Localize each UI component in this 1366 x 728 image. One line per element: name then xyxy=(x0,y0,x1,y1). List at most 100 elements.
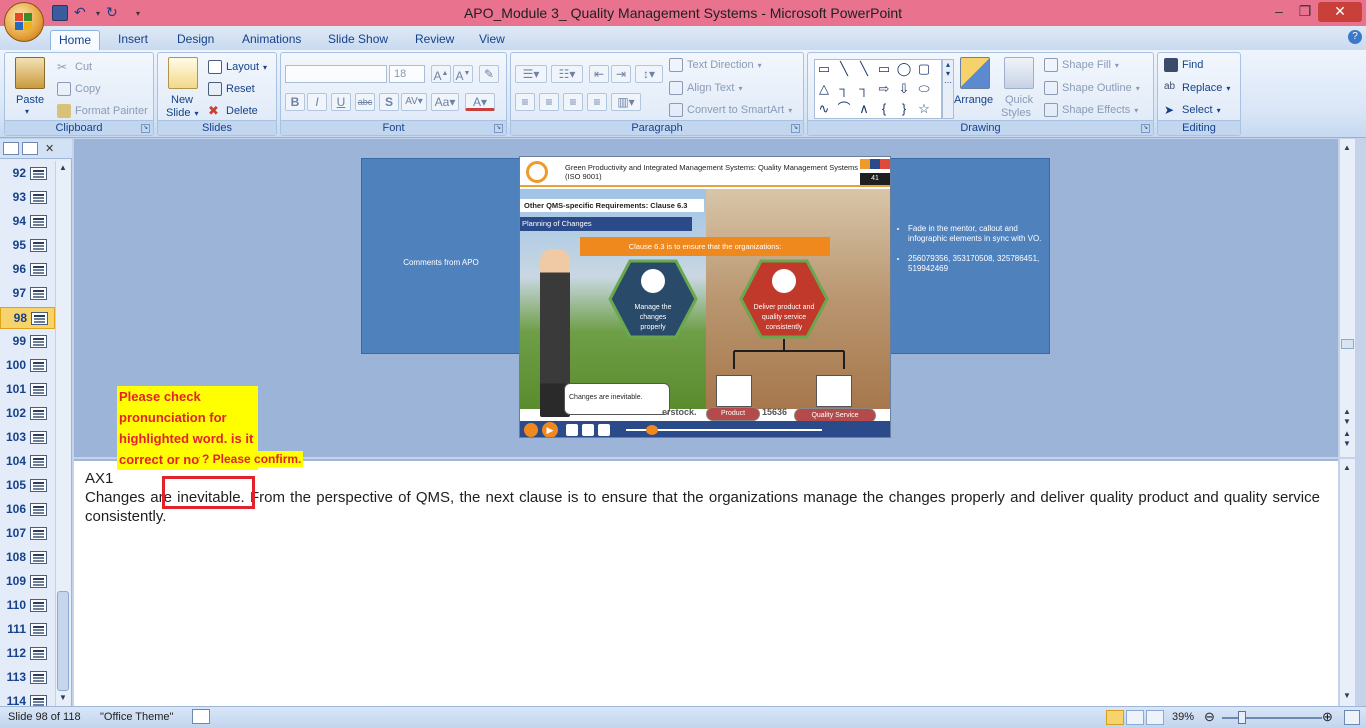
slide-preview[interactable]: Green Productivity and Integrated Manage… xyxy=(519,156,891,438)
minimize-button[interactable]: – xyxy=(1266,2,1292,22)
down-arrow-shape-icon[interactable]: ⇩ xyxy=(895,80,913,98)
bold-icon[interactable]: B xyxy=(285,93,305,111)
paragraph-launcher-icon[interactable]: ↘ xyxy=(791,124,800,133)
bullets-icon[interactable]: ☰▾ xyxy=(515,65,547,83)
notes-pane[interactable]: AX1 Changes are inevitable. From the per… xyxy=(74,459,1338,706)
slide-thumbnail-98[interactable]: 98 xyxy=(0,307,55,329)
slide-thumbnail-110[interactable]: 110 xyxy=(0,595,55,617)
tab-review[interactable]: Review xyxy=(407,30,462,50)
notes-scrollbar[interactable]: ▲ ▼ xyxy=(1339,459,1355,706)
zoom-out-icon[interactable]: ⊖ xyxy=(1204,709,1215,725)
align-right-icon[interactable]: ≡ xyxy=(563,93,583,111)
font-color-icon[interactable]: A▾ xyxy=(465,93,495,111)
scroll-down-icon[interactable]: ▼ xyxy=(1343,691,1351,700)
office-button[interactable] xyxy=(4,2,44,42)
notes-info-box[interactable]: Fade in the mentor, callout and infograp… xyxy=(889,158,1050,354)
increase-indent-icon[interactable]: ⇥ xyxy=(611,65,631,83)
shape-effects-button[interactable]: Shape Effects ▾ xyxy=(1044,103,1138,117)
slide-thumbnail-103[interactable]: 103 xyxy=(0,427,55,449)
paste-dropdown-icon[interactable]: ▾ xyxy=(25,107,29,116)
decrease-indent-icon[interactable]: ⇤ xyxy=(589,65,609,83)
justify-icon[interactable]: ≡ xyxy=(587,93,607,111)
slide-thumbnail-106[interactable]: 106 xyxy=(0,499,55,521)
slide-thumbnail-109[interactable]: 109 xyxy=(0,571,55,593)
copy-button[interactable]: Copy xyxy=(57,82,101,96)
rounded-rect-shape-icon[interactable]: ▢ xyxy=(915,60,933,78)
slide-thumbnail-107[interactable]: 107 xyxy=(0,523,55,545)
columns-icon[interactable]: ▥▾ xyxy=(611,93,641,111)
slide-thumbnail-113[interactable]: 113 xyxy=(0,667,55,689)
slide-thumbnail-102[interactable]: 102 xyxy=(0,403,55,425)
find-button[interactable]: Find xyxy=(1164,58,1203,72)
elbow-connector-icon[interactable]: ┐ xyxy=(835,80,853,98)
slides-tab-icon[interactable] xyxy=(3,142,19,155)
freeform-shape-icon[interactable]: ∧ xyxy=(855,100,873,118)
format-painter-button[interactable]: Format Painter xyxy=(57,104,148,118)
outline-tab-icon[interactable] xyxy=(22,142,38,155)
slide-thumbnail-95[interactable]: 95 xyxy=(0,235,55,257)
star-shape-icon[interactable]: ☆ xyxy=(915,100,933,118)
replay-icon[interactable] xyxy=(524,423,538,437)
slide-scroll-thumb[interactable] xyxy=(1341,339,1354,349)
slide-thumbnail-96[interactable]: 96 xyxy=(0,259,55,281)
tab-design[interactable]: Design xyxy=(169,30,222,50)
flowchart-shape-icon[interactable]: ⬭ xyxy=(915,80,933,98)
line-shape-2-icon[interactable]: ╲ xyxy=(855,60,873,78)
quick-styles-icon[interactable] xyxy=(1004,57,1034,89)
shapes-gallery[interactable]: ▭ ╲ ╲ ▭ ◯ ▢ △ ┐ ┐ ⇨ ⇩ ⬭ ∿ ⌒ ∧ { } ☆ xyxy=(814,59,942,119)
new-slide-icon[interactable] xyxy=(168,57,198,89)
shapes-gallery-scroll[interactable]: ▴ ▾ ⋯ xyxy=(942,59,954,119)
arrange-button[interactable]: Arrange xyxy=(954,94,993,106)
next-slide-icon[interactable]: ▼ xyxy=(1343,439,1351,448)
clipboard-launcher-icon[interactable]: ↘ xyxy=(141,124,150,133)
close-button[interactable]: ✕ xyxy=(1318,2,1362,22)
quick-styles-label-2[interactable]: Styles xyxy=(1001,107,1031,119)
shape-fill-button[interactable]: Shape Fill ▾ xyxy=(1044,58,1119,72)
text-box-shape-icon[interactable]: ▭ xyxy=(815,60,833,78)
tab-home[interactable]: Home xyxy=(50,30,101,50)
arrange-icon[interactable] xyxy=(960,57,990,89)
underline-icon[interactable]: U xyxy=(331,93,351,111)
arc-shape-icon[interactable]: ⌒ xyxy=(835,100,853,118)
play-icon[interactable]: ▶ xyxy=(542,422,558,437)
tab-slide-show[interactable]: Slide Show xyxy=(320,30,396,50)
line-shape-icon[interactable]: ╲ xyxy=(835,60,853,78)
align-text-button[interactable]: Align Text ▾ xyxy=(669,81,743,95)
zoom-slider-thumb[interactable] xyxy=(1237,711,1246,724)
italic-icon[interactable]: I xyxy=(307,93,327,111)
delete-button[interactable]: ✖ Delete xyxy=(208,104,258,118)
quick-styles-button[interactable]: Quick xyxy=(1005,94,1033,106)
slide-thumbnail-104[interactable]: 104 xyxy=(0,451,55,473)
tab-insert[interactable]: Insert xyxy=(110,30,156,50)
select-button[interactable]: ➤ Select ▾ xyxy=(1164,103,1221,117)
clear-formatting-icon[interactable]: ✎ xyxy=(479,65,499,83)
font-launcher-icon[interactable]: ↘ xyxy=(494,124,503,133)
close-panel-icon[interactable]: ✕ xyxy=(45,142,54,155)
align-left-icon[interactable]: ≡ xyxy=(515,93,535,111)
shape-outline-button[interactable]: Shape Outline ▾ xyxy=(1044,81,1140,95)
slide-thumbnail-108[interactable]: 108 xyxy=(0,547,55,569)
curve-shape-icon[interactable]: ∿ xyxy=(815,100,833,118)
line-spacing-icon[interactable]: ↕▾ xyxy=(635,65,663,83)
text-shadow-icon[interactable]: S xyxy=(379,93,399,111)
prev-icon[interactable] xyxy=(566,424,578,436)
slide-thumbnail-111[interactable]: 111 xyxy=(0,619,55,641)
grow-font-icon[interactable]: A▲ xyxy=(431,65,451,83)
paste-icon[interactable] xyxy=(15,57,45,89)
character-spacing-icon[interactable]: AV▾ xyxy=(401,93,427,111)
shrink-font-icon[interactable]: A▼ xyxy=(453,65,473,83)
change-case-icon[interactable]: Aa▾ xyxy=(431,93,459,111)
slide-thumbnail-94[interactable]: 94 xyxy=(0,211,55,233)
slide-thumbnail-100[interactable]: 100 xyxy=(0,355,55,377)
restore-button[interactable]: ❐ xyxy=(1292,2,1318,22)
zoom-level[interactable]: 39% xyxy=(1172,711,1194,723)
previous-slide-icon[interactable]: ▲ xyxy=(1343,429,1351,438)
slide-thumbnail-99[interactable]: 99 xyxy=(0,331,55,353)
slide-scrollbar[interactable]: ▲ ▲ ▼ ▲ ▼ xyxy=(1339,139,1355,457)
new-slide-label-2[interactable]: Slide ▾ xyxy=(166,107,198,119)
oval-shape-icon[interactable]: ◯ xyxy=(895,60,913,78)
strikethrough-icon[interactable]: abc xyxy=(355,93,375,111)
font-size-combo[interactable]: 18 xyxy=(389,65,425,83)
slide-thumbnail-112[interactable]: 112 xyxy=(0,643,55,665)
tab-animations[interactable]: Animations xyxy=(234,30,309,50)
